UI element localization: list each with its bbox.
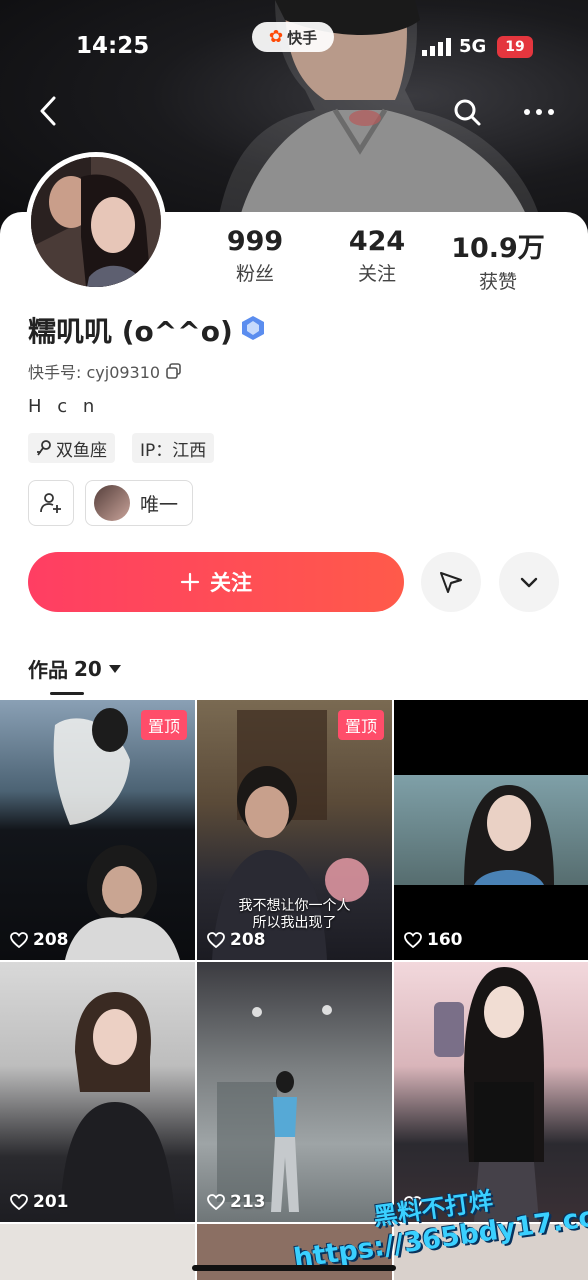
kuaishou-logo-icon: ✿ [268, 27, 284, 47]
app-pill[interactable]: ✿ 快手 [252, 22, 334, 52]
heart-icon [10, 932, 28, 948]
search-icon[interactable] [452, 97, 482, 127]
stat-fans-label: 粉丝 [235, 263, 274, 285]
user-id[interactable]: 快手号: cyj09310 [28, 359, 182, 383]
avatar-image [31, 157, 161, 287]
stat-likes-label: 获赞 [478, 271, 517, 293]
home-indicator[interactable] [192, 1265, 396, 1271]
verified-badge-icon[interactable] [240, 315, 266, 341]
tag-ip: IP：江西 [132, 433, 215, 463]
network-type: 5G [459, 36, 487, 57]
caret-down-icon [108, 664, 121, 673]
battery-badge: 19 [497, 36, 533, 58]
add-user-icon [40, 493, 61, 513]
tab-works[interactable]: 作品 20 [28, 654, 122, 683]
tab-underline [50, 692, 84, 695]
more-icon[interactable] [522, 100, 556, 124]
video-tile[interactable]: 160 [394, 700, 588, 960]
likes-count: 208 [10, 930, 69, 950]
profile-stats: 999 粉丝 424 关注 10.9万 获赞 [190, 226, 570, 296]
back-icon[interactable] [34, 94, 64, 128]
avatar[interactable] [26, 152, 166, 292]
send-icon [440, 572, 462, 593]
likes-count: 201 [10, 1192, 69, 1212]
status-time: 14:25 [76, 33, 150, 59]
likes-value: 208 [230, 930, 266, 950]
stat-fans-value: 999 [226, 226, 284, 257]
app-pill-label: 快手 [287, 28, 318, 47]
tag-zodiac-label: 双鱼座 [56, 440, 107, 461]
signal-icon [422, 38, 451, 56]
video-tile[interactable]: 201 [0, 962, 195, 1222]
status-bar: 14:25 ✿ 快手 5G 19 [0, 0, 588, 90]
tag-ip-label: IP：江西 [140, 440, 207, 461]
video-caption-line2: 所以我出现了 [252, 915, 337, 931]
add-friend-button[interactable] [28, 480, 74, 526]
profile-name: 糯叽叽 (o^^o) [28, 315, 233, 348]
video-tile[interactable]: 213 [197, 962, 392, 1222]
likes-value: 208 [33, 930, 69, 950]
follow-button[interactable]: 关注 [28, 552, 404, 612]
likes-value: 213 [230, 1192, 266, 1212]
likes-count: 160 [404, 930, 463, 950]
stat-following[interactable]: 424 关注 [317, 226, 437, 286]
follow-button-label: 关注 [210, 571, 252, 595]
likes-value: 160 [427, 930, 463, 950]
more-options-button[interactable] [499, 552, 559, 612]
zodiac-icon [37, 440, 51, 456]
copy-icon[interactable] [166, 363, 182, 379]
stat-following-value: 424 [348, 226, 406, 257]
tab-works-label: 作品 [28, 658, 68, 682]
likes-value: 201 [33, 1192, 69, 1212]
plus-icon [180, 572, 200, 592]
heart-icon [207, 1194, 225, 1210]
friend-chip-label: 唯一 [140, 493, 179, 516]
user-id-text: 快手号: cyj09310 [28, 363, 161, 382]
heart-icon [207, 932, 225, 948]
stat-likes[interactable]: 10.9万 获赞 [438, 226, 558, 294]
video-thumbnail [394, 775, 588, 885]
heart-icon [10, 1194, 28, 1210]
profile-bio: H c n [28, 396, 100, 417]
video-thumbnail-art [464, 785, 554, 885]
stat-fans[interactable]: 999 粉丝 [195, 226, 315, 286]
friend-chip[interactable]: 唯一 [85, 480, 193, 526]
chevron-down-icon [520, 577, 538, 588]
share-button[interactable] [421, 552, 481, 612]
video-tile[interactable] [0, 1224, 195, 1280]
video-tile[interactable]: 置顶 208 [0, 700, 195, 960]
stat-likes-value: 10.9万 [451, 233, 545, 264]
pinned-badge: 置顶 [337, 710, 384, 740]
tag-zodiac[interactable]: 双鱼座 [28, 433, 115, 463]
video-thumbnail [60, 992, 175, 1222]
video-tile[interactable]: 置顶 我不想让你一个人 所以我出现了 208 [197, 700, 392, 960]
friend-avatar [94, 485, 130, 521]
likes-count: 213 [207, 1192, 266, 1212]
likes-count: 208 [207, 930, 266, 950]
stat-following-label: 关注 [357, 263, 396, 285]
heart-icon [404, 932, 422, 948]
tab-works-count: 20 [74, 656, 102, 681]
pinned-badge: 置顶 [140, 710, 187, 740]
video-thumbnail [217, 1005, 332, 1212]
